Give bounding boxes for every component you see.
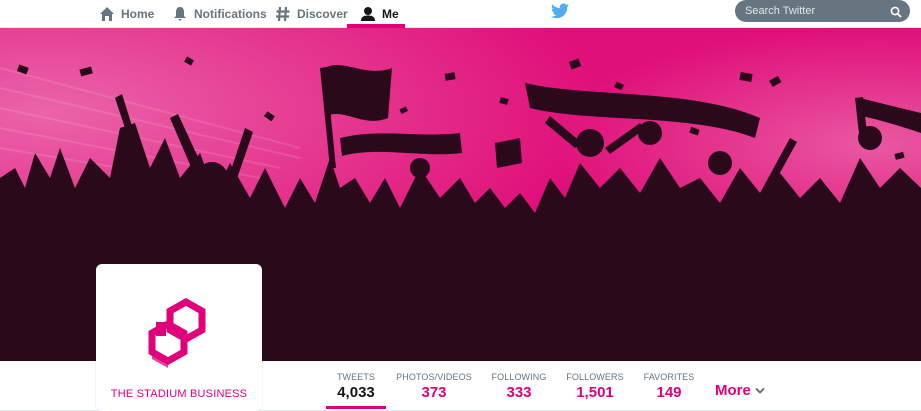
nav-discover[interactable]: Discover bbox=[275, 0, 348, 28]
more-label: More bbox=[715, 382, 751, 399]
stat-tweets[interactable]: TWEETS 4,033 bbox=[334, 372, 378, 408]
nav-notifications-label: Notifications bbox=[194, 7, 267, 21]
more-button[interactable]: More bbox=[715, 382, 765, 399]
search-box[interactable] bbox=[735, 0, 910, 22]
twitter-bird-icon[interactable] bbox=[551, 3, 569, 19]
home-icon bbox=[99, 6, 115, 22]
twitter-profile-page: Home Notifications Discover Me Search Tw… bbox=[0, 0, 921, 411]
top-navigation-bar: Home Notifications Discover Me bbox=[0, 0, 921, 28]
search-input[interactable] bbox=[735, 0, 910, 22]
nav-notifications[interactable]: Notifications bbox=[172, 0, 267, 28]
stadium-business-logo bbox=[148, 297, 206, 368]
search-icon[interactable] bbox=[890, 5, 902, 18]
stat-active-indicator bbox=[326, 406, 386, 409]
nav-me-label: Me bbox=[382, 7, 399, 21]
stat-value: 149 bbox=[656, 384, 682, 401]
profile-name: THE STADIUM BUSINESS bbox=[110, 388, 248, 400]
stat-favorites[interactable]: FAVORITES 149 bbox=[642, 372, 696, 408]
stat-following[interactable]: FOLLOWING 333 bbox=[490, 372, 548, 408]
stat-label: FOLLOWING bbox=[491, 372, 547, 382]
profile-avatar-card[interactable]: THE STADIUM BUSINESS bbox=[96, 264, 262, 411]
stat-value: 4,033 bbox=[337, 384, 375, 401]
stat-label: FOLLOWERS bbox=[566, 372, 624, 382]
stat-value: 1,501 bbox=[576, 384, 614, 401]
stat-value: 373 bbox=[421, 384, 447, 401]
stat-photos-videos[interactable]: PHOTOS/VIDEOS 373 bbox=[396, 372, 472, 408]
stat-value: 333 bbox=[506, 384, 532, 401]
bell-icon bbox=[172, 6, 188, 22]
chevron-down-icon bbox=[755, 382, 765, 399]
user-icon bbox=[360, 6, 376, 22]
nav-home[interactable]: Home bbox=[99, 0, 154, 28]
nav-discover-label: Discover bbox=[297, 7, 348, 21]
stat-followers[interactable]: FOLLOWERS 1,501 bbox=[565, 372, 625, 408]
stat-label: FAVORITES bbox=[643, 372, 695, 382]
stat-label: PHOTOS/VIDEOS bbox=[396, 372, 472, 382]
nav-home-label: Home bbox=[121, 7, 155, 21]
stat-label: TWEETS bbox=[336, 372, 376, 382]
hashtag-icon bbox=[275, 6, 291, 22]
